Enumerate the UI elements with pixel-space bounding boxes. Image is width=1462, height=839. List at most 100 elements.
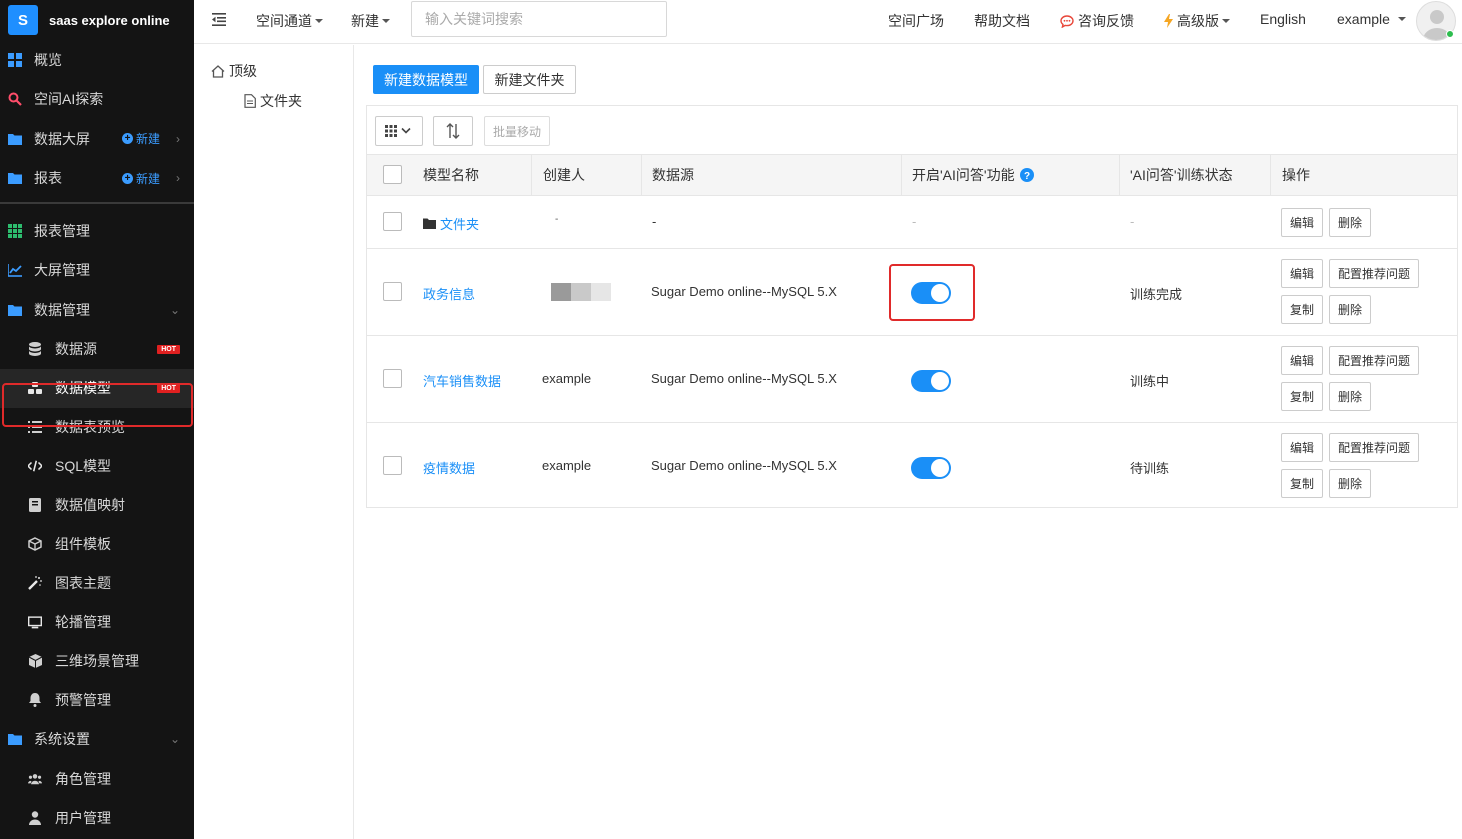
config-questions-button[interactable]: 配置推荐问题 bbox=[1329, 346, 1419, 375]
monitor-icon bbox=[28, 615, 42, 629]
folder-icon bbox=[8, 132, 22, 146]
sidebar-item-sql-model[interactable]: SQL模型 bbox=[0, 447, 194, 486]
ai-qa-toggle[interactable] bbox=[911, 457, 951, 479]
tree-node-folder[interactable]: 文件夹 bbox=[244, 91, 302, 111]
sidebar-item-carousel[interactable]: 轮播管理 bbox=[0, 603, 194, 642]
brand-name: saas explore online bbox=[49, 12, 170, 28]
sidebar-item-label: 数据源 bbox=[55, 341, 97, 357]
sidebar-item-report[interactable]: 报表 + 新建 › bbox=[0, 159, 194, 199]
sidebar-item-label: SQL模型 bbox=[55, 458, 112, 474]
language-switch[interactable]: English bbox=[1260, 11, 1306, 27]
column-header-ai-toggle[interactable]: 开启'AI问答'功能 ? bbox=[912, 155, 1034, 195]
search-input[interactable] bbox=[411, 1, 667, 37]
column-header-name[interactable]: 模型名称 bbox=[423, 155, 479, 195]
edit-button[interactable]: 编辑 bbox=[1281, 346, 1323, 375]
caret-down-icon bbox=[382, 19, 390, 23]
column-header-datasource[interactable]: 数据源 bbox=[652, 155, 694, 195]
sidebar-item-value-mapping[interactable]: 数据值映射 bbox=[0, 486, 194, 525]
user-dropdown[interactable]: example bbox=[1337, 11, 1406, 27]
column-header-creator[interactable]: 创建人 bbox=[543, 155, 585, 195]
sidebar-item-label: 数据大屏 bbox=[34, 130, 90, 147]
database-icon bbox=[28, 342, 42, 356]
sidebar-item-screen-manage[interactable]: 大屏管理 bbox=[0, 251, 194, 291]
sidebar-item-data-manage[interactable]: 数据管理 ⌄ bbox=[0, 290, 194, 330]
space-channel-dropdown[interactable]: 空间通道 bbox=[256, 11, 323, 31]
folder-icon bbox=[8, 732, 22, 746]
folder-icon bbox=[423, 218, 436, 229]
folder-icon bbox=[8, 303, 22, 317]
model-table-panel: 批量移动 模型名称 创建人 数据源 开启'AI问答'功能 ? 'AI问答'训练状… bbox=[366, 105, 1458, 508]
new-report-button[interactable]: + 新建 bbox=[121, 170, 160, 187]
config-questions-button[interactable]: 配置推荐问题 bbox=[1329, 433, 1419, 462]
edit-button[interactable]: 编辑 bbox=[1281, 433, 1323, 462]
folder-tree: 顶级 文件夹 bbox=[194, 45, 354, 839]
model-name-link[interactable]: 政务信息 bbox=[423, 284, 475, 303]
grid-icon bbox=[8, 223, 22, 238]
sidebar-item-component-template[interactable]: 组件模板 bbox=[0, 525, 194, 564]
edit-button[interactable]: 编辑 bbox=[1281, 259, 1323, 288]
topbar: 空间通道 新建 空间广场 帮助文档 咨询反馈 高级版 English examp… bbox=[194, 0, 1462, 44]
caret-down-icon bbox=[1222, 19, 1230, 23]
sidebar-item-ai-explore[interactable]: 空间AI探索 bbox=[0, 80, 194, 120]
sidebar-item-datasource[interactable]: 数据源 HOT bbox=[0, 330, 194, 369]
premium-dropdown[interactable]: 高级版 bbox=[1164, 11, 1230, 31]
online-status-dot bbox=[1446, 30, 1454, 38]
sidebar-item-data-model[interactable]: 数据模型 HOT bbox=[0, 368, 194, 408]
column-header-train-status[interactable]: 'AI问答'训练状态 bbox=[1130, 155, 1233, 195]
creator-cell: example bbox=[542, 458, 592, 473]
folder-name-cell[interactable]: 文件夹 bbox=[423, 214, 479, 233]
main-content: 新建数据模型 新建文件夹 批量移动 模型名称 创建人 数据源 开启'AI问答'功… bbox=[354, 45, 1462, 839]
new-data-model-button[interactable]: 新建数据模型 bbox=[373, 65, 479, 94]
datasource-cell: Sugar Demo online--MySQL 5.X bbox=[651, 458, 837, 473]
tree-node-root[interactable]: 顶级 bbox=[211, 61, 257, 81]
sidebar-item-chart-theme[interactable]: 图表主题 bbox=[0, 564, 194, 603]
view-toggle-button[interactable] bbox=[375, 116, 423, 146]
sidebar-item-label: 数据管理 bbox=[34, 301, 90, 318]
ai-qa-toggle[interactable] bbox=[911, 370, 951, 392]
menu-collapse-icon[interactable] bbox=[212, 13, 226, 29]
sidebar-item-table-preview[interactable]: 数据表预览 bbox=[0, 408, 194, 447]
sidebar-divider bbox=[0, 202, 194, 204]
sidebar-item-alert[interactable]: 预警管理 bbox=[0, 681, 194, 720]
config-questions-button[interactable]: 配置推荐问题 bbox=[1329, 259, 1419, 288]
sidebar-item-report-manage[interactable]: 报表管理 bbox=[0, 211, 194, 251]
sidebar-item-system-settings[interactable]: 系统设置 ⌄ bbox=[0, 720, 194, 760]
row-checkbox[interactable] bbox=[383, 212, 402, 231]
plus-icon: + bbox=[121, 133, 133, 145]
row-checkbox[interactable] bbox=[383, 369, 402, 388]
row-checkbox[interactable] bbox=[383, 456, 402, 475]
sort-button[interactable] bbox=[433, 116, 473, 146]
new-dropdown[interactable]: 新建 bbox=[351, 11, 390, 31]
help-docs-link[interactable]: 帮助文档 bbox=[974, 11, 1030, 31]
copy-button[interactable]: 复制 bbox=[1281, 295, 1323, 324]
help-icon[interactable]: ? bbox=[1019, 168, 1034, 182]
copy-button[interactable]: 复制 bbox=[1281, 382, 1323, 411]
new-dashboard-button[interactable]: + 新建 bbox=[121, 130, 160, 147]
sidebar-item-role-manage[interactable]: 角色管理 bbox=[0, 759, 194, 798]
delete-button[interactable]: 删除 bbox=[1329, 208, 1371, 237]
model-name-link[interactable]: 疫情数据 bbox=[423, 458, 475, 477]
sidebar-item-dashboard[interactable]: 数据大屏 + 新建 › bbox=[0, 119, 194, 159]
batch-move-button[interactable]: 批量移动 bbox=[484, 116, 550, 146]
list-icon bbox=[28, 420, 42, 434]
creator-cell: - bbox=[555, 214, 559, 225]
copy-button[interactable]: 复制 bbox=[1281, 469, 1323, 498]
delete-button[interactable]: 删除 bbox=[1329, 469, 1371, 498]
row-checkbox[interactable] bbox=[383, 282, 402, 301]
select-all-checkbox[interactable] bbox=[383, 165, 402, 184]
sidebar-item-3d-scene[interactable]: 三维场景管理 bbox=[0, 642, 194, 681]
sidebar-item-user-manage[interactable]: 用户管理 bbox=[0, 798, 194, 837]
delete-button[interactable]: 删除 bbox=[1329, 382, 1371, 411]
sidebar-item-label: 数据表预览 bbox=[55, 419, 125, 435]
sidebar-item-label: 用户管理 bbox=[55, 809, 111, 826]
space-square-link[interactable]: 空间广场 bbox=[888, 11, 944, 31]
new-folder-button[interactable]: 新建文件夹 bbox=[483, 65, 576, 94]
edit-button[interactable]: 编辑 bbox=[1281, 208, 1323, 237]
sidebar-item-overview[interactable]: 概览 bbox=[0, 40, 194, 80]
delete-button[interactable]: 删除 bbox=[1329, 295, 1371, 324]
table-header: 模型名称 创建人 数据源 开启'AI问答'功能 ? 'AI问答'训练状态 操作 bbox=[367, 154, 1457, 196]
model-name-link[interactable]: 汽车销售数据 bbox=[423, 371, 501, 390]
brand[interactable]: S saas explore online bbox=[0, 0, 194, 40]
feedback-link[interactable]: 咨询反馈 bbox=[1060, 11, 1134, 31]
train-status-cell: 训练中 bbox=[1130, 374, 1170, 389]
